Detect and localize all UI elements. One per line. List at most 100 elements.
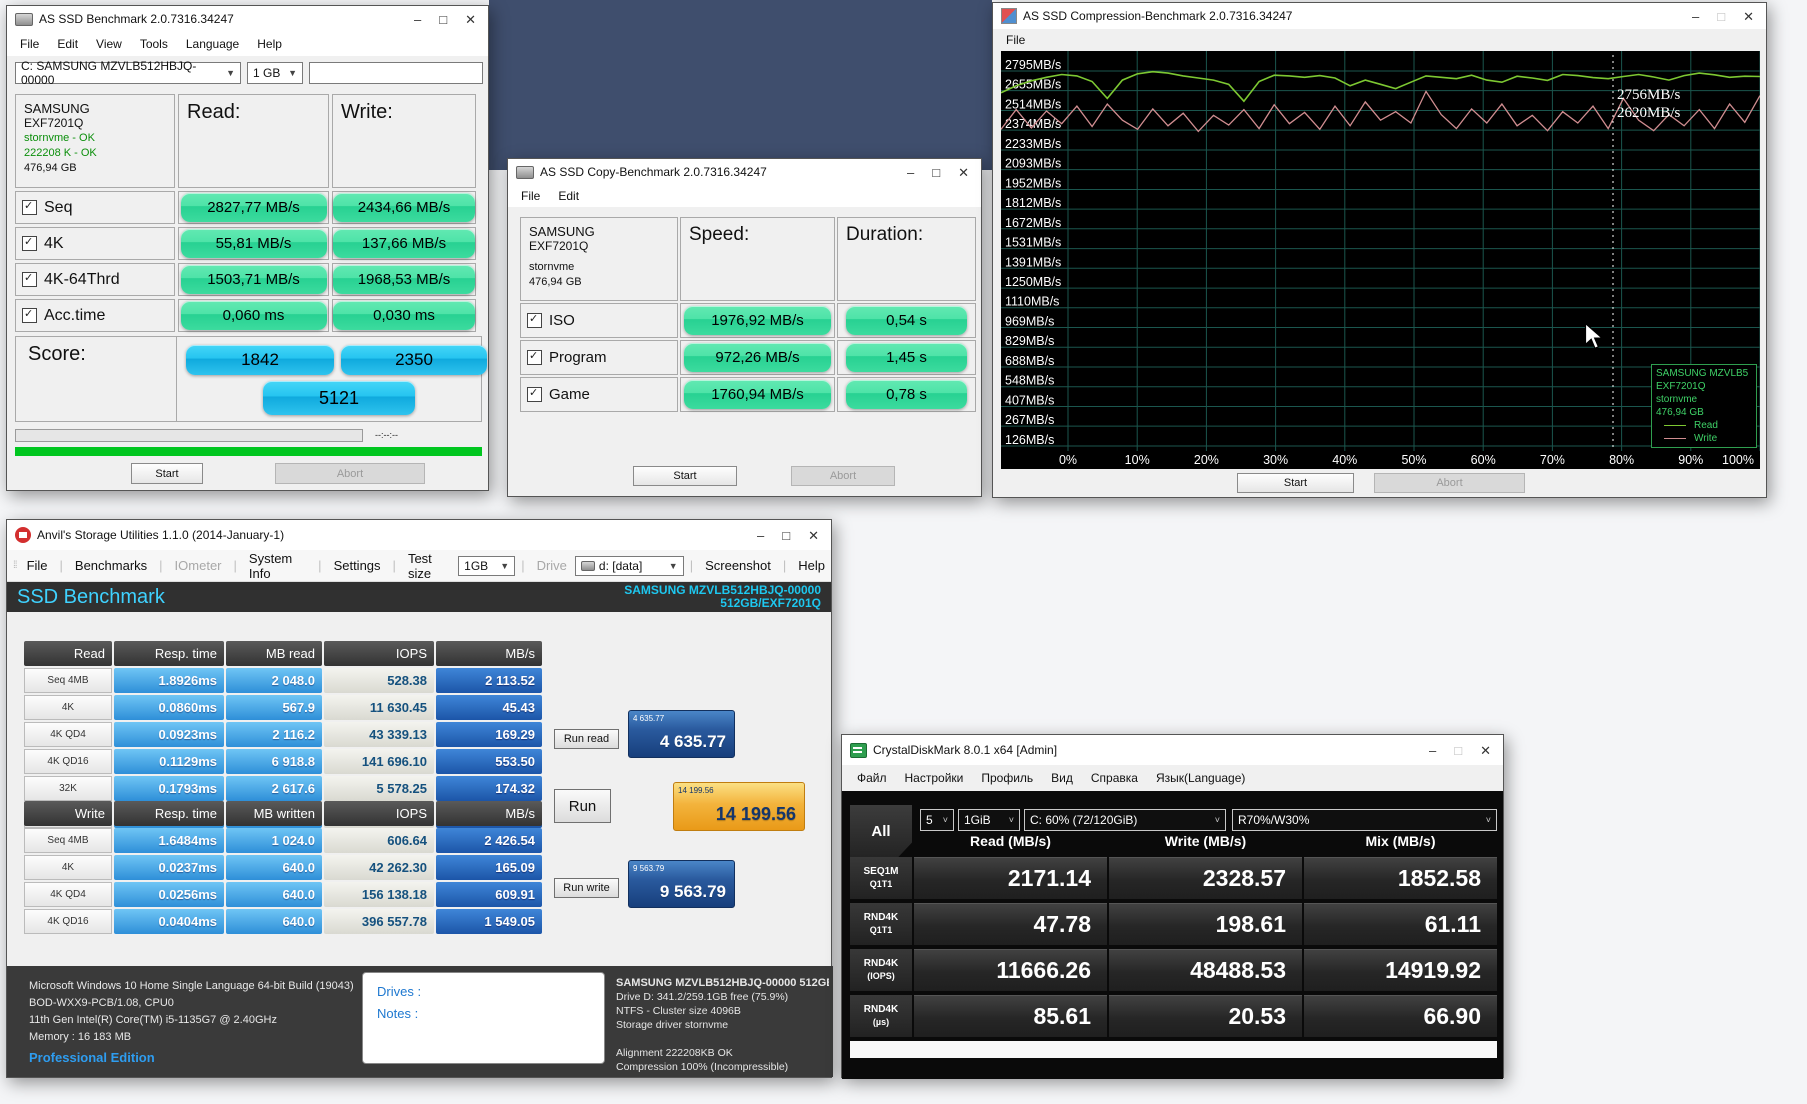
mix-ratio-select[interactable]: R70%/W30%˅ (1232, 809, 1497, 831)
row-label-text: Program (549, 349, 607, 366)
menu-item-view[interactable]: View (87, 34, 131, 54)
mix-ratio-value: R70%/W30% (1238, 813, 1309, 827)
titlebar[interactable]: AS SSD Benchmark 2.0.7316.34247 – □ ✕ (7, 6, 488, 32)
maximize-icon[interactable]: □ (932, 166, 940, 179)
menu-item-file[interactable]: File (997, 30, 1034, 50)
menu-item-настройки[interactable]: Настройки (896, 768, 973, 788)
maximize-icon[interactable]: □ (439, 13, 447, 26)
toolbar-settings[interactable]: Settings (328, 556, 387, 575)
run-read-button[interactable]: Run read (554, 729, 619, 749)
test-count-select[interactable]: 5˅ (920, 809, 954, 831)
titlebar[interactable]: CrystalDiskMark 8.0.1 x64 [Admin] – □ ✕ (842, 735, 1503, 765)
start-button[interactable]: Start (633, 466, 737, 486)
toolbar-benchmarks[interactable]: Benchmarks (69, 556, 153, 575)
minimize-icon[interactable]: – (1429, 744, 1436, 757)
toolbar-system-info[interactable]: System Info (243, 549, 312, 583)
minimize-icon[interactable]: – (757, 529, 764, 542)
drives-notes-box[interactable]: Drives : Notes : (362, 972, 605, 1064)
menu-item-вид[interactable]: Вид (1042, 768, 1082, 788)
drive-select[interactable]: d: [data] ▼ (575, 556, 684, 576)
maximize-icon[interactable]: □ (782, 529, 790, 542)
row-header-rnd4k-2[interactable]: RND4K(IOPS) (850, 949, 912, 991)
menu-item-edit[interactable]: Edit (48, 34, 87, 54)
write-column-header: Write (MB/s) (1109, 833, 1302, 849)
svg-text:548MB/s: 548MB/s (1005, 374, 1054, 388)
svg-text:2514MB/s: 2514MB/s (1005, 97, 1061, 111)
row-header-rnd4k-1[interactable]: RND4KQ1T1 (850, 903, 912, 945)
start-button[interactable]: Start (131, 463, 203, 484)
filter-input[interactable] (309, 62, 483, 84)
checkbox-icon[interactable] (527, 387, 542, 402)
toolbar-iometer[interactable]: IOmeter (169, 556, 228, 575)
compression-chart: 2795MB/s2655MB/s2514MB/s2374MB/s2233MB/s… (1001, 51, 1760, 469)
value-cell: 156 138.18 (324, 882, 434, 907)
device-model: EXF7201Q (24, 116, 166, 131)
row-header-seq1m-0[interactable]: SEQ1MQ1T1 (850, 857, 912, 899)
drive-select[interactable]: C: SAMSUNG MZVLB512HBJQ-00000▼ (15, 62, 241, 84)
checkbox-icon[interactable] (22, 308, 37, 323)
abort-button[interactable]: Abort (275, 463, 425, 484)
close-icon[interactable]: ✕ (1743, 10, 1754, 23)
menu-item-language[interactable]: Language (177, 34, 248, 54)
checkbox-icon[interactable] (22, 272, 37, 287)
abort-button[interactable]: Abort (791, 466, 895, 486)
toolbar-help[interactable]: Help (792, 556, 831, 575)
svg-text:2233MB/s: 2233MB/s (1005, 137, 1061, 151)
legend-label: Read (1694, 419, 1718, 432)
toolbar-screenshot[interactable]: Screenshot (699, 556, 777, 575)
minimize-icon[interactable]: – (1692, 10, 1699, 23)
titlebar[interactable]: AS SSD Copy-Benchmark 2.0.7316.34247 – □… (508, 159, 981, 185)
target-drive-select[interactable]: C: 60% (72/120GiB)˅ (1024, 809, 1226, 831)
drive-select-value: C: SAMSUNG MZVLB512HBJQ-00000 (21, 59, 220, 87)
value-cell: 0.0237ms (114, 855, 224, 880)
test-size-value: 1GiB (964, 813, 991, 827)
checkbox-icon[interactable] (22, 200, 37, 215)
test-size-select[interactable]: 1GB▼ (458, 556, 515, 576)
close-icon[interactable]: ✕ (1480, 744, 1491, 757)
run-write-button[interactable]: Run write (554, 878, 619, 898)
minimize-icon[interactable]: – (414, 13, 421, 26)
value-cell: 1 549.05 (436, 909, 542, 934)
value-cell: 609.91 (436, 882, 542, 907)
run-button[interactable]: Run (554, 789, 611, 823)
menu-item-справка[interactable]: Справка (1082, 768, 1147, 788)
read-value-cell: 0,060 ms (178, 299, 329, 332)
device-driver-status: stornvme - OK (24, 131, 166, 146)
write-value-pill: 2434,66 MB/s (333, 193, 475, 222)
menu-item-профиль[interactable]: Профиль (972, 768, 1042, 788)
status-bar-green (15, 447, 482, 456)
legend-device-line: SAMSUNG MZVLB5 (1656, 367, 1752, 380)
svg-text:2795MB/s: 2795MB/s (1005, 58, 1061, 72)
mix-column-header: Mix (MB/s) (1304, 833, 1497, 849)
start-button[interactable]: Start (1237, 473, 1354, 493)
checkbox-icon[interactable] (527, 313, 542, 328)
abort-button[interactable]: Abort (1374, 473, 1525, 493)
minimize-icon[interactable]: – (907, 166, 914, 179)
chevron-down-icon: ▼ (288, 68, 297, 78)
menu-item-file[interactable]: File (512, 186, 549, 206)
row-header-rnd4k-3[interactable]: RND4K(µs) (850, 995, 912, 1037)
menu-item-язык-language-[interactable]: Язык(Language) (1147, 768, 1254, 788)
maximize-icon[interactable]: □ (1717, 10, 1725, 23)
test-size-select[interactable]: 1GiB˅ (958, 809, 1020, 831)
menu-item-файл[interactable]: Файл (848, 768, 896, 788)
menu-item-file[interactable]: File (11, 34, 48, 54)
titlebar[interactable]: AS SSD Compression-Benchmark 2.0.7316.34… (993, 3, 1766, 29)
close-icon[interactable]: ✕ (465, 13, 476, 26)
checkbox-icon[interactable] (22, 236, 37, 251)
toolbar-file[interactable]: File (21, 556, 54, 575)
result-value-cell: 2328.57 (1109, 857, 1302, 899)
close-icon[interactable]: ✕ (958, 166, 969, 179)
checkbox-icon[interactable] (527, 350, 542, 365)
menu-item-edit[interactable]: Edit (549, 186, 588, 206)
titlebar[interactable]: Anvil's Storage Utilities 1.1.0 (2014-Ja… (7, 520, 831, 550)
write-value-pill: 0,030 ms (333, 301, 475, 330)
all-test-button[interactable]: All (850, 805, 912, 857)
device-line2: 512GB/EXF7201Q (624, 597, 821, 610)
read-score-value: 4 635.77 (660, 732, 726, 752)
result-value-cell: 14919.92 (1304, 949, 1497, 991)
menu-item-help[interactable]: Help (248, 34, 291, 54)
menu-item-tools[interactable]: Tools (131, 34, 177, 54)
close-icon[interactable]: ✕ (808, 529, 819, 542)
test-size-select[interactable]: 1 GB▼ (247, 62, 303, 84)
